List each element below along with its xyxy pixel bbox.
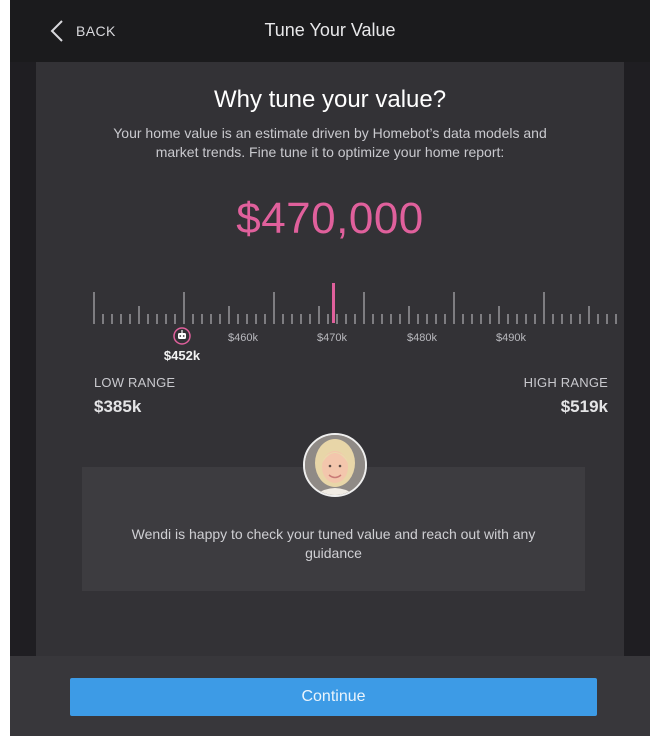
tick-label-470k: $470k — [317, 332, 347, 344]
app-frame: BACK Tune Your Value Why tune your value… — [10, 0, 650, 736]
agent-message: Wendi is happy to check your tuned value… — [131, 526, 536, 561]
page-title: Tune Your Value — [264, 20, 396, 40]
homebot-robot-icon — [173, 327, 191, 345]
section-heading: Why tune your value? — [213, 86, 447, 113]
agent-avatar-photo — [305, 435, 365, 495]
tick-label-480k: $480k — [407, 332, 437, 344]
continue-button[interactable]: Continue — [70, 678, 597, 716]
tuned-value: $470,000 — [236, 194, 424, 243]
low-range-value: $385k — [94, 397, 142, 416]
high-range-value: $519k — [560, 397, 608, 416]
agent-avatar — [303, 433, 367, 497]
slider-handle[interactable] — [332, 283, 335, 323]
footer-bar: Continue — [10, 656, 650, 736]
top-bar: BACK Tune Your Value — [10, 0, 650, 62]
slider-ticks — [93, 292, 617, 324]
estimate-label: $452k — [164, 348, 201, 363]
value-slider[interactable]: $460k $470k $480k $490k $452k — [36, 274, 624, 364]
low-range-label: LOW RANGE — [94, 375, 176, 390]
tune-value-panel: Why tune your value? Your home value is … — [36, 62, 624, 656]
high-range-label: HIGH RANGE — [523, 375, 608, 390]
section-description: Your home value is an estimate driven by… — [113, 125, 547, 160]
tick-label-490k: $490k — [496, 332, 526, 344]
tick-label-460k: $460k — [228, 332, 258, 344]
